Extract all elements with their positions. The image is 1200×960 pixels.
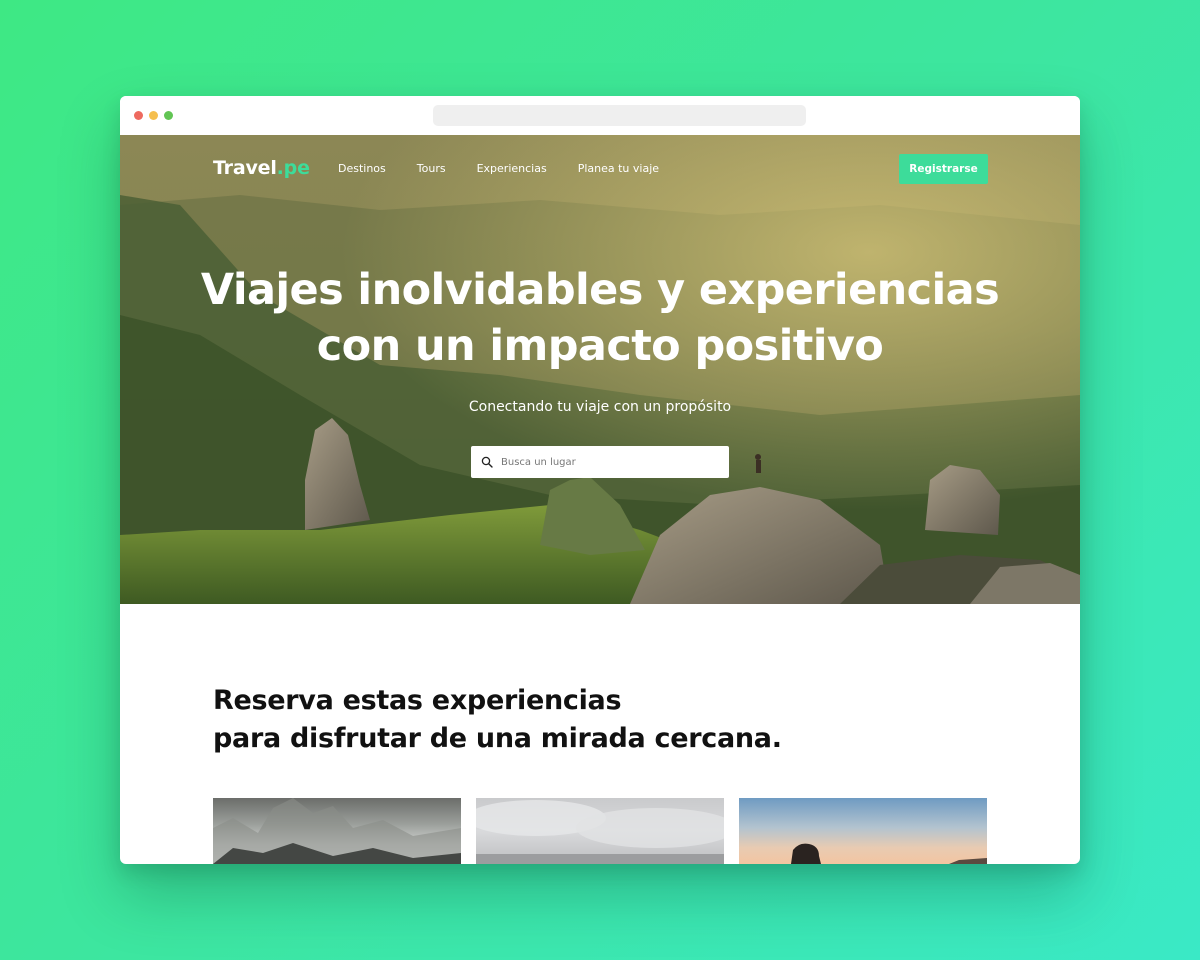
logo-text: Travel bbox=[213, 157, 277, 179]
experience-card-2[interactable] bbox=[476, 798, 724, 864]
experience-card-3[interactable] bbox=[739, 798, 987, 864]
experience-card-1-image bbox=[213, 798, 461, 864]
address-bar[interactable] bbox=[433, 105, 806, 126]
nav-link-tours[interactable]: Tours bbox=[417, 162, 446, 175]
nav-link-destinos[interactable]: Destinos bbox=[338, 162, 386, 175]
experience-card-1[interactable] bbox=[213, 798, 461, 864]
maximize-window-dot[interactable] bbox=[164, 111, 173, 120]
register-button[interactable]: Registrarse bbox=[899, 154, 988, 184]
search-box[interactable] bbox=[471, 446, 729, 478]
main-navigation: Destinos Tours Experiencias Planea tu vi… bbox=[338, 162, 690, 175]
hero-title-line-2: con un impacto positivo bbox=[316, 321, 884, 371]
experiences-heading: Reserva estas experiencias para disfruta… bbox=[213, 682, 782, 758]
browser-toolbar bbox=[120, 96, 1080, 135]
hero-title-line-1: Viajes inolvidables y experiencias bbox=[200, 265, 1000, 315]
minimize-window-dot[interactable] bbox=[149, 111, 158, 120]
experiences-heading-line-1: Reserva estas experiencias bbox=[213, 685, 622, 716]
experience-card-2-image bbox=[476, 800, 724, 864]
logo-accent-text: .pe bbox=[276, 157, 310, 179]
nav-link-planea-tu-viaje[interactable]: Planea tu viaje bbox=[578, 162, 659, 175]
site-logo[interactable]: Travel.pe bbox=[213, 157, 310, 179]
close-window-dot[interactable] bbox=[134, 111, 143, 120]
search-icon bbox=[481, 456, 493, 468]
hero-subtitle: Conectando tu viaje con un propósito bbox=[468, 399, 732, 415]
experience-card-3-image bbox=[791, 843, 987, 864]
hero-title: Viajes inolvidables y experiencias con u… bbox=[120, 262, 1080, 374]
nav-link-experiencias[interactable]: Experiencias bbox=[477, 162, 547, 175]
hero-section: Travel.pe Destinos Tours Experiencias Pl… bbox=[120, 135, 1080, 604]
search-input[interactable] bbox=[501, 456, 721, 468]
browser-window: Travel.pe Destinos Tours Experiencias Pl… bbox=[120, 96, 1080, 864]
experiences-heading-line-2: para disfrutar de una mirada cercana. bbox=[213, 723, 782, 754]
